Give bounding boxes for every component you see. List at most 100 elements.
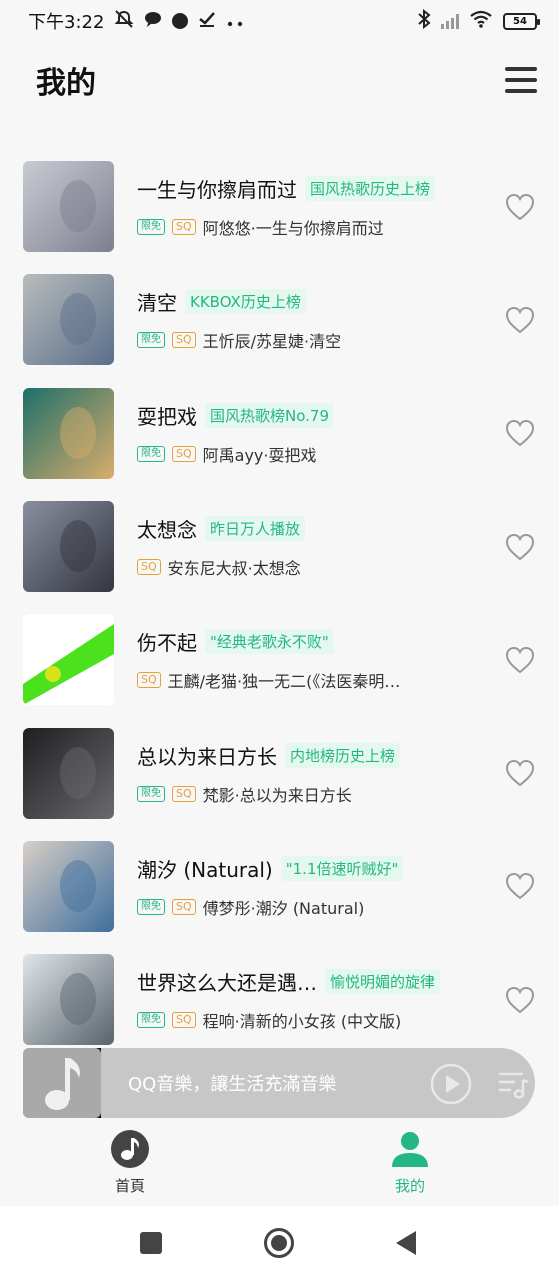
album-cover[interactable] [23, 840, 114, 932]
song-artist: 王忻辰/苏星婕·清空 [202, 332, 342, 352]
song-row[interactable]: 清空 KKBOX历史上榜 限免 SQ 王忻辰/苏星婕·清空 [0, 263, 559, 376]
nav-mine[interactable]: 我的 [390, 1129, 430, 1196]
song-row[interactable]: 世界这么大还是遇… 愉悦明媚的旋律 限免 SQ 程响·清新的小女孩 (中文版) [0, 943, 559, 1056]
song-info: 一生与你擦肩而过 国风热歌历史上榜 限免 SQ 阿悠悠·一生与你擦肩而过 [137, 174, 497, 239]
chat-icon [144, 11, 162, 31]
song-artist: 梵影·总以为来日方长 [202, 785, 352, 805]
menu-icon[interactable] [505, 67, 537, 93]
heart-icon[interactable] [505, 533, 535, 561]
music-note-icon [23, 1048, 101, 1118]
song-artist: 阿悠悠·一生与你擦肩而过 [202, 219, 384, 239]
home-button[interactable] [263, 1227, 295, 1263]
system-nav-bar [0, 1206, 559, 1280]
record-dot-icon [172, 13, 189, 29]
heart-icon[interactable] [505, 986, 535, 1014]
meta-line: SQ 安东尼大叔·太想念 [137, 555, 497, 579]
bottom-nav: 首頁 我的 [0, 1125, 559, 1205]
song-title: 一生与你擦肩而过 [137, 178, 297, 203]
sq-badge: SQ [172, 785, 196, 802]
free-badge: 限免 [137, 445, 165, 462]
mute-icon [114, 10, 134, 32]
free-badge: 限免 [137, 785, 165, 802]
title-line: 耍把戏 国风热歌榜No.79 [137, 401, 497, 430]
player-album-art[interactable] [23, 1048, 101, 1118]
song-info: 伤不起 "经典老歌永不败" SQ 王麟/老猫·独一无二(《法医秦明之… [137, 627, 497, 692]
meta-line: 限免 SQ 傅梦彤·潮汐 (Natural) [137, 895, 497, 919]
title-line: 世界这么大还是遇… 愉悦明媚的旋律 [137, 967, 497, 996]
song-row[interactable]: 一生与你擦肩而过 国风热歌历史上榜 限免 SQ 阿悠悠·一生与你擦肩而过 [0, 150, 559, 263]
meta-line: 限免 SQ 王忻辰/苏星婕·清空 [137, 328, 497, 352]
song-row[interactable]: 总以为来日方长 内地榜历史上榜 限免 SQ 梵影·总以为来日方长 [0, 716, 559, 829]
sq-badge: SQ [172, 219, 196, 236]
page-title: 我的 [36, 66, 96, 101]
header: 我的 [0, 50, 559, 110]
album-cover[interactable] [23, 501, 114, 593]
album-cover[interactable] [23, 161, 114, 253]
status-left: 下午3:22 [28, 8, 244, 34]
heart-icon[interactable] [505, 419, 535, 447]
song-row[interactable]: 伤不起 "经典老歌永不败" SQ 王麟/老猫·独一无二(《法医秦明之… [0, 603, 559, 716]
album-cover[interactable] [23, 954, 114, 1046]
title-line: 伤不起 "经典老歌永不败" [137, 627, 497, 656]
song-title: 伤不起 [137, 631, 197, 656]
heart-icon[interactable] [505, 872, 535, 900]
song-artist: 王麟/老猫·独一无二(《法医秦明之… [167, 672, 408, 692]
play-button[interactable] [429, 1062, 473, 1106]
status-time: 下午3:22 [28, 12, 105, 33]
user-icon [392, 1132, 428, 1167]
meta-line: 限免 SQ 阿悠悠·一生与你擦肩而过 [137, 215, 497, 239]
free-badge: 限免 [137, 898, 165, 915]
status-bar: 下午3:22 54 [0, 0, 559, 42]
song-title: 潮汐 (Natural) [137, 857, 273, 882]
heart-icon[interactable] [505, 759, 535, 787]
sq-badge: SQ [172, 445, 196, 462]
song-title: 总以为来日方长 [137, 744, 277, 769]
check-icon [198, 11, 216, 31]
bluetooth-icon [417, 8, 431, 33]
album-cover[interactable] [23, 274, 114, 366]
song-tag: 昨日万人播放 [205, 516, 306, 542]
mini-player[interactable]: QQ音樂，讓生活充滿音樂 [23, 1048, 535, 1118]
nav-home-label: 首頁 [114, 1177, 145, 1195]
recents-button[interactable] [140, 1232, 162, 1258]
playlist-icon[interactable] [495, 1066, 531, 1102]
title-line: 总以为来日方长 内地榜历史上榜 [137, 741, 497, 770]
album-cover[interactable] [23, 387, 114, 479]
more-dots-icon [226, 12, 244, 31]
album-cover[interactable] [23, 614, 114, 706]
back-button[interactable] [394, 1230, 418, 1260]
sq-badge: SQ [137, 672, 161, 689]
song-info: 总以为来日方长 内地榜历史上榜 限免 SQ 梵影·总以为来日方长 [137, 741, 497, 806]
title-line: 潮汐 (Natural) "1.1倍速听贼好" [137, 854, 497, 883]
wifi-icon [469, 10, 493, 32]
song-row[interactable]: 潮汐 (Natural) "1.1倍速听贼好" 限免 SQ 傅梦彤·潮汐 (Na… [0, 830, 559, 943]
song-title: 耍把戏 [137, 404, 197, 429]
heart-icon[interactable] [505, 193, 535, 221]
song-artist: 傅梦彤·潮汐 (Natural) [202, 898, 365, 918]
free-badge: 限免 [137, 332, 165, 349]
meta-line: SQ 王麟/老猫·独一无二(《法医秦明之… [137, 668, 497, 692]
signal-icon [441, 13, 459, 29]
song-info: 清空 KKBOX历史上榜 限免 SQ 王忻辰/苏星婕·清空 [137, 287, 497, 352]
home-disc-icon [111, 1130, 149, 1168]
heart-icon[interactable] [505, 306, 535, 334]
heart-icon[interactable] [505, 646, 535, 674]
free-badge: 限免 [137, 219, 165, 236]
song-title: 太想念 [137, 518, 197, 543]
title-line: 一生与你擦肩而过 国风热歌历史上榜 [137, 174, 497, 203]
song-row[interactable]: 太想念 昨日万人播放 SQ 安东尼大叔·太想念 [0, 490, 559, 603]
album-cover[interactable] [23, 727, 114, 819]
player-text: QQ音樂，讓生活充滿音樂 [128, 1074, 337, 1095]
song-info: 太想念 昨日万人播放 SQ 安东尼大叔·太想念 [137, 514, 497, 579]
nav-home[interactable]: 首頁 [110, 1129, 150, 1196]
song-title: 清空 [137, 291, 177, 316]
song-title: 世界这么大还是遇… [137, 971, 317, 996]
song-artist: 阿禹ayy·耍把戏 [202, 445, 317, 465]
song-tag: 内地榜历史上榜 [285, 742, 401, 768]
meta-line: 限免 SQ 程响·清新的小女孩 (中文版) [137, 1008, 497, 1032]
song-tag: KKBOX历史上榜 [185, 289, 306, 315]
song-info: 潮汐 (Natural) "1.1倍速听贼好" 限免 SQ 傅梦彤·潮汐 (Na… [137, 854, 497, 919]
song-tag: "经典老歌永不败" [205, 629, 334, 655]
nav-mine-label: 我的 [394, 1177, 425, 1195]
song-row[interactable]: 耍把戏 国风热歌榜No.79 限免 SQ 阿禹ayy·耍把戏 [0, 377, 559, 490]
